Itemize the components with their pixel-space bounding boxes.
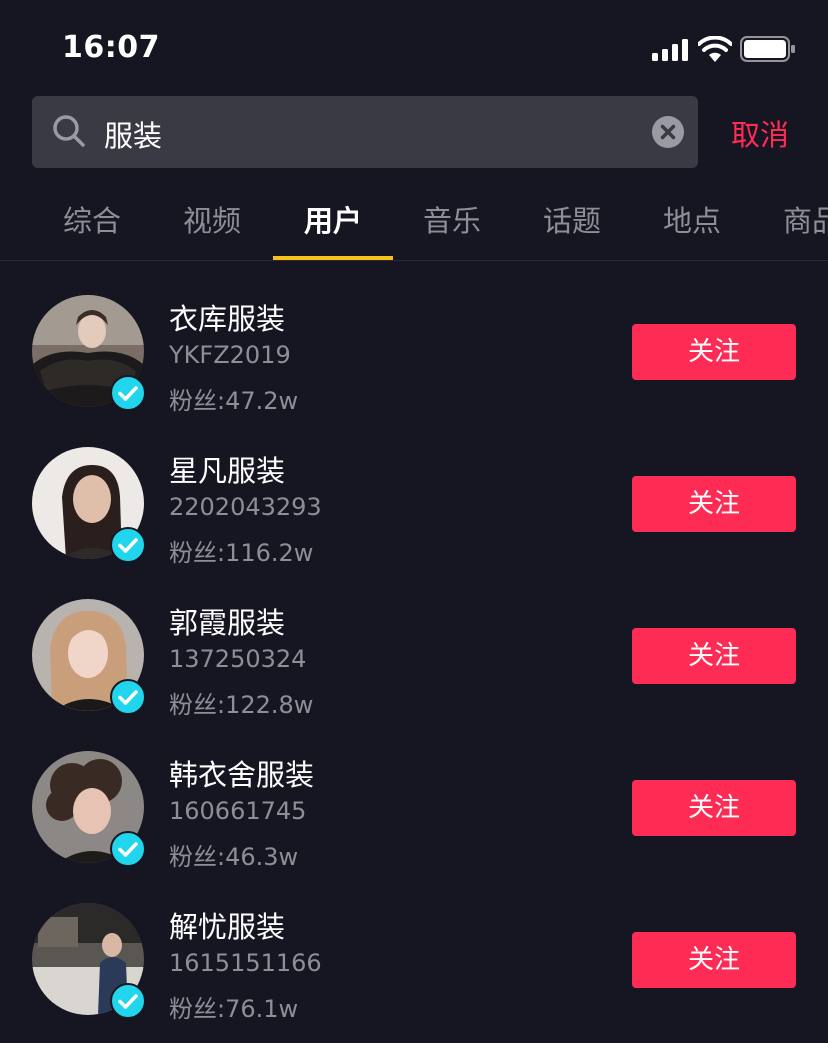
user-id: 137250324 (169, 645, 307, 673)
verified-icon (110, 375, 146, 411)
user-fans: 粉丝:76.1w (169, 995, 299, 1023)
list-item[interactable]: 星凡服装 2202043293 粉丝:116.2w 关注 (0, 413, 828, 567)
follow-button[interactable]: 关注 (632, 780, 796, 836)
user-name: 衣库服装 (169, 302, 286, 336)
tab-music[interactable]: 音乐 (392, 198, 512, 240)
tab-topics[interactable]: 话题 (512, 198, 632, 240)
verified-icon (110, 527, 146, 563)
follow-button[interactable]: 关注 (632, 932, 796, 988)
user-name: 韩衣舍服装 (169, 758, 315, 792)
cancel-button[interactable]: 取消 (731, 112, 789, 154)
search-box[interactable]: 服装 (32, 96, 698, 168)
list-item[interactable]: 韩衣舍服装 160661745 粉丝:46.3w 关注 (0, 717, 828, 871)
wifi-icon (698, 36, 732, 62)
clear-icon[interactable] (652, 116, 684, 148)
user-fans: 粉丝:46.3w (169, 843, 299, 871)
tab-users[interactable]: 用户 (273, 198, 393, 240)
list-item[interactable]: 衣库服装 YKFZ2019 粉丝:47.2w 关注 (0, 261, 828, 415)
user-name: 星凡服装 (169, 454, 286, 488)
tab-places[interactable]: 地点 (632, 198, 752, 240)
list-item[interactable]: 解忧服装 1615151166 粉丝:76.1w 关注 (0, 869, 828, 1023)
list-item[interactable]: 郭霞服装 137250324 粉丝:122.8w 关注 (0, 565, 828, 719)
follow-button[interactable]: 关注 (632, 628, 796, 684)
verified-icon (110, 831, 146, 867)
follow-button[interactable]: 关注 (632, 324, 796, 380)
user-id: 2202043293 (169, 493, 322, 521)
search-input[interactable]: 服装 (104, 113, 162, 155)
tab-products[interactable]: 商品 (752, 198, 828, 240)
verified-icon (110, 983, 146, 1019)
user-id: 160661745 (169, 797, 307, 825)
tab-videos[interactable]: 视频 (152, 198, 272, 240)
status-bar: 16:07 (0, 0, 828, 96)
tab-comprehensive[interactable]: 综合 (32, 198, 152, 240)
tab-bar: 综合 视频 用户 音乐 话题 地点 商品 (0, 190, 828, 260)
search-icon (53, 115, 85, 147)
user-id: YKFZ2019 (169, 341, 291, 369)
user-name: 郭霞服装 (169, 606, 286, 640)
user-list: 衣库服装 YKFZ2019 粉丝:47.2w 关注 星凡服装 220204329… (0, 261, 828, 1023)
battery-icon (740, 36, 795, 62)
status-time: 16:07 (62, 30, 160, 65)
user-fans: 粉丝:122.8w (169, 691, 314, 719)
signal-icon (652, 39, 688, 61)
user-fans: 粉丝:47.2w (169, 387, 299, 415)
user-name: 解忧服装 (169, 910, 286, 944)
user-id: 1615151166 (169, 949, 322, 977)
verified-icon (110, 679, 146, 715)
user-fans: 粉丝:116.2w (169, 539, 314, 567)
follow-button[interactable]: 关注 (632, 476, 796, 532)
